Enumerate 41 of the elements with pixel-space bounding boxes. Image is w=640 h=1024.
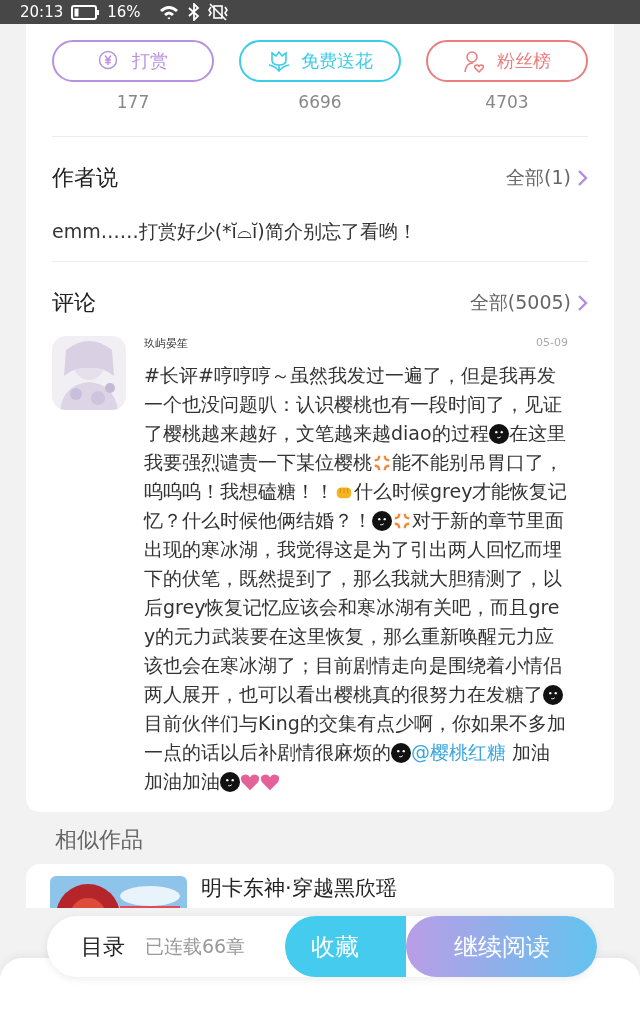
smiley-icon xyxy=(391,743,411,763)
chevron-right-icon xyxy=(577,294,588,312)
tip-button[interactable]: 打赏 xyxy=(52,40,214,82)
smiley-icon xyxy=(543,685,563,705)
favorite-button[interactable]: 收藏 xyxy=(285,916,406,977)
smiley-icon xyxy=(488,424,509,444)
count-label: 177 xyxy=(116,92,150,112)
fan-ranking-button[interactable]: 粉丝榜 xyxy=(426,40,588,82)
smiley-icon xyxy=(220,772,240,792)
heart-icon xyxy=(260,772,280,792)
anger-symbol-icon xyxy=(392,511,412,531)
count-label: 4703 xyxy=(485,92,529,112)
chapter-count: 已连载66章 xyxy=(145,933,246,959)
author-note: emm……打赏好少(*ĭ⌓ĭ)简介别忘了看哟！ xyxy=(52,193,588,262)
catalog-button[interactable]: 目录 xyxy=(81,931,125,962)
username: 玖屿晏笙 xyxy=(144,336,188,351)
continue-reading-button[interactable]: 继续阅读 xyxy=(406,916,597,977)
comment-date: 05-09 xyxy=(536,336,568,351)
book-card[interactable]: 明卡东神·穿越黑欣瑶 xyxy=(26,864,614,908)
comment-text: #长评#哼哼哼～虽然我发过一遍了，但是我再发一个也没问题叭：认识樱桃也有一段时间了，见证了樱桃越来越好，文笔越来越diao的过程 在这里我要强烈谴责一下某位樱桃 能不能别吊胃口了，呜呜呜！我想磕糖！！ 什么时候grey才能恢复记忆？什么时候他俩结婚？！ 对于新的章节里面出现的寒冰湖，我觉得这是为了引出两人回忆而埋下的伏笔，既然提到了，那么我就大胆猜测了，以后grey恢复记忆应该会和寒冰湖有关吧，而且grey的元力武装要在这里恢复，那么重新唤醒元力应该也会在寒冰湖了；目前剧情走向是围绕着小情侣两人展开，也可以看出樱桃真的很努力在发糖了 目前伙伴们与King的交集有点少啊，你如果不多加一点的话以后补剧情很麻烦的 @樱桃红糖 加油加油加油 xyxy=(144,363,568,794)
battery-level: 16% xyxy=(107,4,141,20)
person-heart-icon xyxy=(463,49,485,73)
view-all-link[interactable]: 全部(5005) xyxy=(469,290,571,316)
send-flower-button[interactable]: 免费送花 xyxy=(239,40,401,82)
smiley-icon xyxy=(372,511,392,531)
heart-icon xyxy=(240,772,260,792)
section-title: 评论 xyxy=(52,289,96,317)
chevron-right-icon xyxy=(577,169,588,187)
book-title: 明卡东神·穿越黑欣瑶 xyxy=(201,876,397,902)
count-label: 6696 xyxy=(298,92,342,112)
battery-icon xyxy=(71,4,100,20)
wifi-icon xyxy=(158,4,179,20)
tulip-icon xyxy=(267,49,289,73)
view-all-link[interactable]: 全部(1) xyxy=(506,165,571,191)
anger-symbol-icon xyxy=(372,453,392,473)
vibrate-off-icon xyxy=(207,3,228,21)
mention-link[interactable]: @樱桃红糖 xyxy=(411,741,506,763)
clock: 20:13 xyxy=(20,4,64,20)
bluetooth-icon xyxy=(186,3,200,21)
section-title: 相似作品 xyxy=(55,826,144,854)
section-title: 作者说 xyxy=(52,164,118,192)
